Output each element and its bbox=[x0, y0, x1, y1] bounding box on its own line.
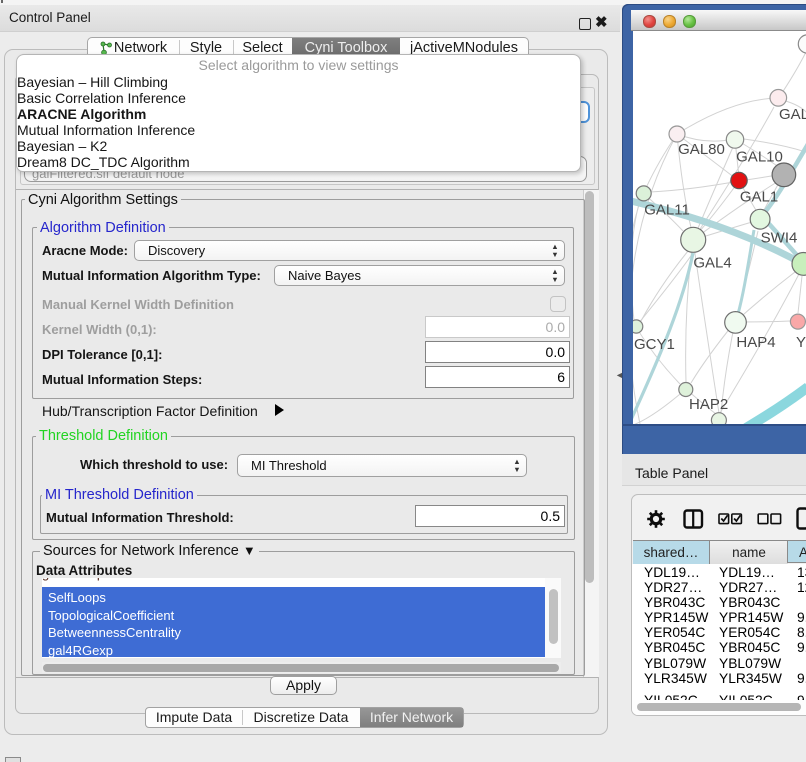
svg-text:GAL10: GAL10 bbox=[736, 149, 783, 166]
svg-text:HAP2: HAP2 bbox=[689, 396, 728, 413]
svg-text:GCY1: GCY1 bbox=[634, 336, 675, 353]
svg-text:GAL4: GAL4 bbox=[693, 255, 731, 272]
svg-text:GAL80: GAL80 bbox=[678, 141, 725, 158]
svg-text:GAL11: GAL11 bbox=[644, 202, 690, 219]
svg-text:HAP4: HAP4 bbox=[736, 334, 775, 351]
svg-text:SWI4: SWI4 bbox=[761, 230, 798, 247]
svg-text:GAL2: GAL2 bbox=[779, 106, 806, 123]
svg-text:GAL1: GAL1 bbox=[740, 189, 778, 206]
svg-text:YJ: YJ bbox=[796, 334, 806, 351]
